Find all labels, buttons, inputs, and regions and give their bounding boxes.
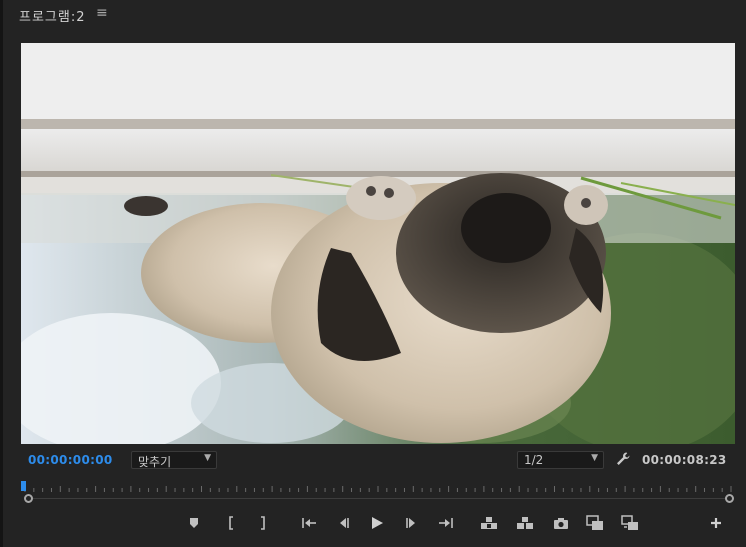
program-monitor-viewer[interactable] <box>21 43 735 444</box>
video-frame <box>21 43 735 444</box>
panel-title[interactable]: 프로그램:2 <box>19 6 86 25</box>
zoom-scrollbar-right-handle[interactable] <box>725 494 734 503</box>
time-ruler[interactable] <box>21 478 735 506</box>
chevron-down-icon: ▼ <box>591 453 598 463</box>
extract-icon[interactable] <box>515 512 535 534</box>
playback-resolution-value: 1/2 <box>524 453 544 467</box>
mark-out-icon[interactable] <box>253 512 273 534</box>
zoom-level-dropdown[interactable]: 맞추기 ▼ <box>131 451 217 469</box>
duration-timecode: 00:00:08:23 <box>642 453 727 467</box>
transport-controls <box>3 512 746 538</box>
playhead[interactable] <box>21 481 26 491</box>
add-marker-icon[interactable] <box>184 512 204 534</box>
zoom-scrollbar-track[interactable] <box>28 498 730 499</box>
program-monitor-panel: 프로그램:2 ≡ 00:00:00:00 맞추기 ▼ 1/2 ▼ 00:00:0… <box>0 0 746 547</box>
lift-icon[interactable] <box>479 512 499 534</box>
proxy-toggle-icon[interactable] <box>620 512 640 534</box>
go-to-in-icon[interactable] <box>299 512 319 534</box>
comparison-view-icon[interactable] <box>585 512 605 534</box>
current-timecode[interactable]: 00:00:00:00 <box>28 453 113 467</box>
zoom-scrollbar-left-handle[interactable] <box>24 494 33 503</box>
playback-resolution-dropdown[interactable]: 1/2 ▼ <box>517 451 604 469</box>
play-icon[interactable] <box>367 512 387 534</box>
go-to-out-icon[interactable] <box>436 512 456 534</box>
zoom-level-value: 맞추기 <box>138 455 172 469</box>
monitor-controls-row: 00:00:00:00 맞추기 ▼ 1/2 ▼ 00:00:08:23 <box>3 448 746 474</box>
step-back-icon[interactable] <box>333 512 353 534</box>
step-forward-icon[interactable] <box>402 512 422 534</box>
button-editor-icon[interactable] <box>706 512 726 534</box>
mark-in-icon[interactable] <box>221 512 241 534</box>
settings-wrench-icon[interactable] <box>615 451 631 467</box>
export-frame-icon[interactable] <box>551 512 571 534</box>
hamburger-icon[interactable]: ≡ <box>96 5 108 21</box>
chevron-down-icon: ▼ <box>204 453 211 463</box>
panel-tab-bar: 프로그램:2 ≡ <box>3 0 746 30</box>
